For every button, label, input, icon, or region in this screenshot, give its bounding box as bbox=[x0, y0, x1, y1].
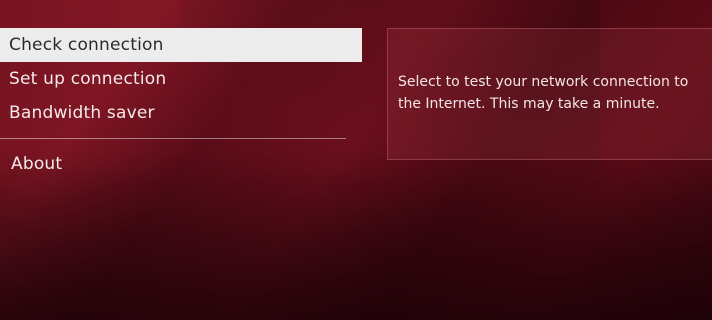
menu-item-set-up-connection[interactable]: Set up connection bbox=[0, 62, 362, 96]
menu-divider bbox=[0, 138, 346, 139]
background-vignette bbox=[0, 160, 712, 320]
info-panel: Select to test your network connection t… bbox=[387, 28, 712, 160]
info-line-1: Select to test your network connection t… bbox=[398, 74, 689, 90]
menu-item-about[interactable]: About bbox=[0, 147, 362, 181]
network-menu: Check connection Set up connection Bandw… bbox=[0, 28, 362, 181]
menu-item-bandwidth-saver[interactable]: Bandwidth saver bbox=[0, 96, 362, 130]
info-line-2: the Internet. This may take a minute. bbox=[398, 96, 660, 112]
menu-item-check-connection[interactable]: Check connection bbox=[0, 28, 362, 62]
info-description: Select to test your network connection t… bbox=[398, 71, 712, 115]
